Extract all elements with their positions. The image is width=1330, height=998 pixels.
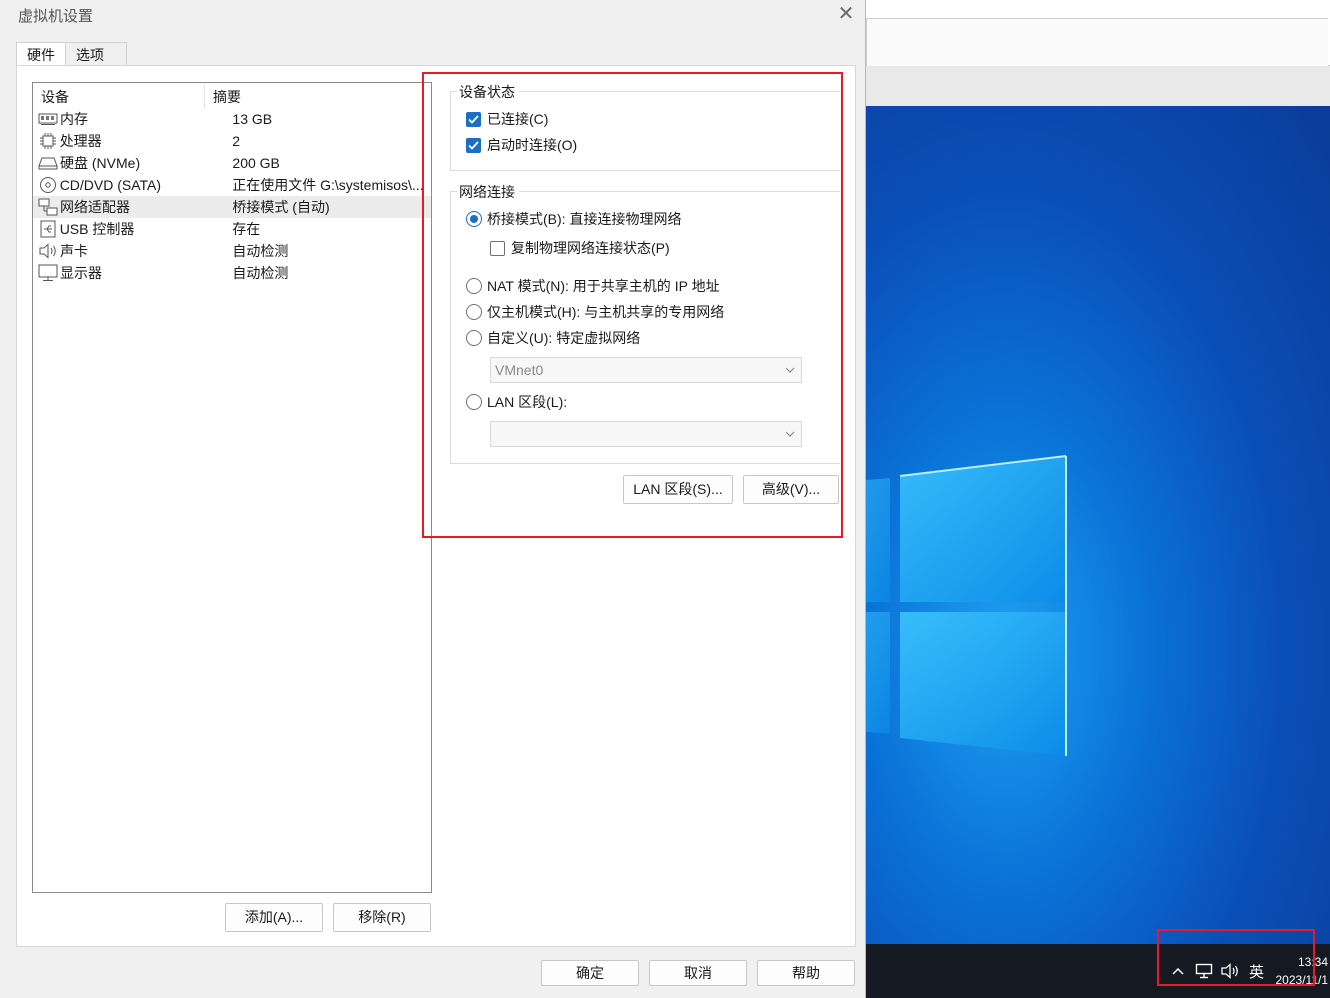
device-summary: 自动检测	[232, 265, 289, 281]
processor-icon	[38, 132, 58, 150]
device-row-network-adapter[interactable]: 网络适配器 桥接模式 (自动)	[33, 196, 431, 218]
tab-hardware[interactable]: 硬件	[16, 42, 66, 67]
device-name: 内存	[60, 111, 88, 127]
device-row-cd-dvd[interactable]: CD/DVD (SATA) 正在使用文件 G:\systemisos\...	[33, 174, 431, 196]
vm-settings-dialog: 虚拟机设置 ✕ 硬件 选项 设备 摘要 内存 13 GB 处理器 2 硬盘 (N…	[0, 0, 866, 998]
device-row-usb[interactable]: USB 控制器 存在	[33, 218, 431, 240]
device-summary: 桥接模式 (自动)	[232, 199, 330, 215]
help-button[interactable]: 帮助	[757, 960, 855, 986]
device-summary: 200 GB	[232, 155, 280, 171]
device-summary: 正在使用文件 G:\systemisos\...	[232, 177, 424, 193]
tab-options[interactable]: 选项	[65, 42, 127, 66]
monitor-icon	[38, 264, 58, 282]
column-header-summary[interactable]: 摘要	[205, 85, 241, 109]
title-bar: 虚拟机设置 ✕	[0, 0, 866, 30]
memory-icon	[38, 110, 58, 128]
host-window-strip	[866, 66, 1330, 106]
tab-bar: 硬件 选项	[16, 42, 127, 67]
device-name: 声卡	[60, 243, 88, 259]
dialog-title: 虚拟机设置	[18, 8, 94, 25]
device-list[interactable]: 设备 摘要 内存 13 GB 处理器 2 硬盘 (NVMe) 200 GB CD…	[32, 82, 432, 893]
device-name: 网络适配器	[60, 199, 130, 215]
cd-dvd-icon	[38, 176, 58, 194]
annotation-highlight-network	[422, 72, 843, 538]
device-row-memory[interactable]: 内存 13 GB	[33, 108, 431, 130]
device-name: 处理器	[59, 133, 102, 149]
device-name: USB 控制器	[59, 221, 135, 237]
usb-icon	[38, 220, 58, 238]
device-summary: 2	[232, 133, 241, 149]
hard-disk-icon	[38, 154, 58, 172]
cancel-button[interactable]: 取消	[649, 960, 747, 986]
device-row-sound-card[interactable]: 声卡 自动检测	[33, 240, 431, 262]
column-header-device[interactable]: 设备	[33, 85, 205, 109]
ok-button[interactable]: 确定	[541, 960, 639, 986]
annotation-highlight-tray	[1157, 929, 1315, 986]
windows-logo-icon	[866, 455, 1067, 756]
device-name: CD/DVD (SATA)	[59, 177, 162, 193]
device-row-processor[interactable]: 处理器 2	[33, 130, 431, 152]
vm-desktop	[866, 106, 1330, 944]
remove-device-button[interactable]: 移除(R)	[333, 903, 431, 932]
device-row-display[interactable]: 显示器 自动检测	[33, 262, 431, 284]
device-name: 显示器	[60, 265, 102, 281]
speaker-icon	[38, 242, 58, 260]
host-window-inner-frame	[866, 18, 1328, 66]
device-summary: 存在	[232, 221, 261, 237]
add-device-button[interactable]: 添加(A)...	[225, 903, 323, 932]
device-summary: 13 GB	[232, 111, 273, 127]
device-list-header: 设备 摘要	[33, 85, 431, 109]
device-row-hard-disk[interactable]: 硬盘 (NVMe) 200 GB	[33, 152, 431, 174]
device-summary: 自动检测	[232, 243, 289, 259]
device-name: 硬盘 (NVMe)	[60, 155, 141, 171]
close-icon[interactable]: ✕	[832, 2, 860, 28]
network-adapter-icon	[38, 198, 58, 216]
